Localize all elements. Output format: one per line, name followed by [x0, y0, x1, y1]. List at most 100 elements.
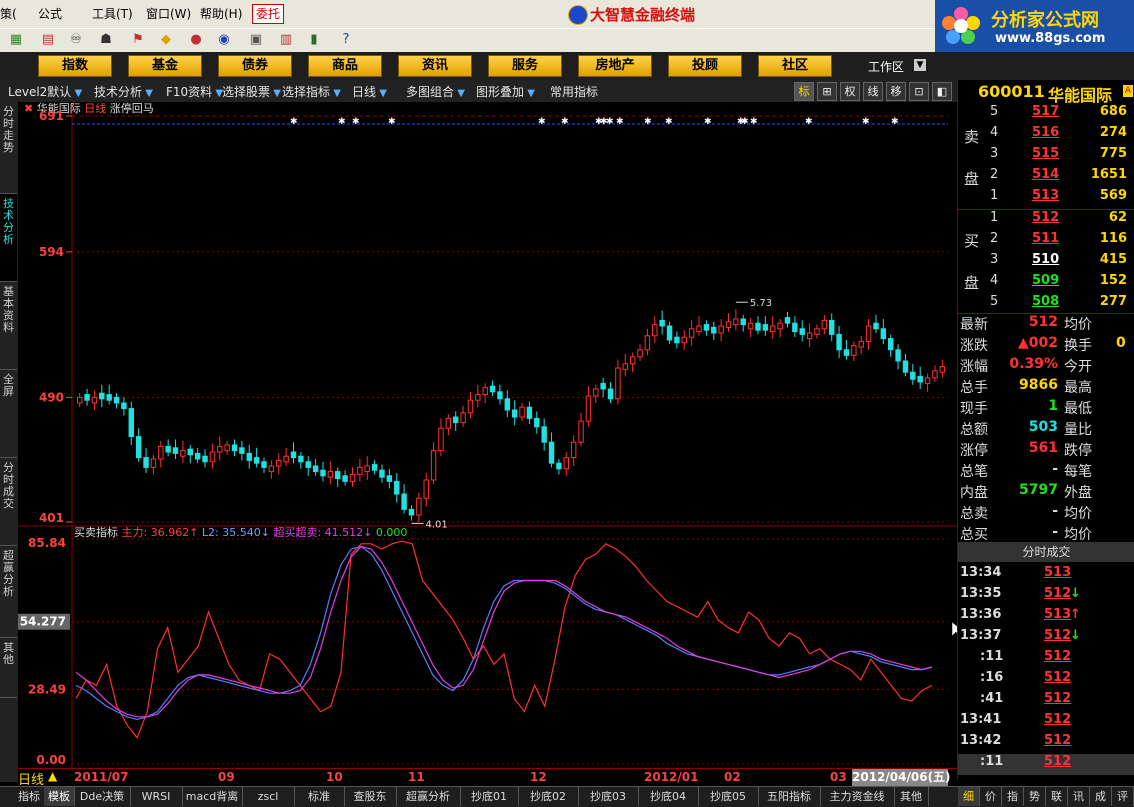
nav-button[interactable]: 服务 — [488, 55, 562, 77]
signal-star-icon: ✱ — [616, 117, 624, 127]
sidebar-tab[interactable]: 技术分析 — [0, 194, 17, 282]
indicator-tab[interactable]: WRSI — [130, 787, 183, 806]
panel-tab[interactable]: 势 — [1024, 787, 1046, 806]
people-icon[interactable]: ☗ — [96, 31, 116, 49]
alert-icon[interactable]: ⚑ — [128, 31, 148, 49]
grid-icon[interactable]: ▤ — [38, 31, 58, 49]
indicator-tab[interactable]: 超赢分析 — [396, 787, 461, 806]
chart-toolbar-item[interactable]: 日线 ▼ — [352, 83, 387, 100]
menu-item[interactable]: 策( — [0, 5, 17, 22]
chart-mode-button[interactable]: ⊡ — [909, 82, 929, 101]
help-icon[interactable]: ? — [336, 31, 356, 49]
indicator-tab[interactable]: 五阳指标 — [758, 787, 821, 806]
globe-icon[interactable]: ◉ — [214, 31, 234, 49]
chart-mode-button[interactable]: 标 — [794, 82, 814, 101]
period-marker-icon: ▲ — [48, 769, 58, 783]
tick-row: :11 512 — [958, 754, 1134, 775]
indicator-tab[interactable]: 指标 — [14, 787, 45, 806]
sidebar-tab[interactable]: 基本资料 — [0, 282, 17, 370]
chart-toolbar-item[interactable]: 选择股票 ▼ — [222, 83, 281, 100]
panel-tab[interactable]: 细 — [958, 787, 980, 806]
diamond-icon[interactable]: ◆ — [156, 31, 176, 49]
nav-button[interactable]: 指数 — [38, 55, 112, 77]
stat-label-2: 最低 — [1064, 401, 1092, 417]
panel-tab[interactable]: 评 — [1112, 787, 1134, 806]
weituo-button[interactable]: 委托 — [252, 4, 284, 24]
menu-item[interactable]: 工具(T) — [92, 5, 133, 22]
nav-button[interactable]: 债券 — [218, 55, 292, 77]
workspace-label[interactable]: 工作区 — [868, 58, 904, 75]
indicator-tab[interactable]: 其他 — [894, 787, 929, 806]
zhuli-value: 36.962↑ — [151, 526, 202, 539]
nav-button[interactable]: 商品 — [308, 55, 382, 77]
stat-label: 最新 — [960, 317, 988, 333]
menu-item[interactable]: 窗口(W) — [146, 5, 191, 22]
price-chart[interactable]: ✖ 华能国际 日线 涨停回马691594490401✱ ✱ ✱ ✱ ✱ ✱ ✱✱✱ ✱ ✱ ✱ ✱ ✱… — [18, 102, 957, 768]
ball-icon[interactable]: ● — [186, 31, 206, 49]
indicator-tab[interactable]: 主力资金线 — [820, 787, 895, 806]
indicator-tab[interactable]: 查股东 — [344, 787, 397, 806]
chart-toolbar-item[interactable]: 技术分析 ▼ — [94, 83, 153, 100]
flag-icon[interactable]: ▦ — [6, 31, 26, 49]
sidebar-tab[interactable]: 分时成交 — [0, 458, 17, 546]
sell-row[interactable]: 2 514 1651 — [958, 167, 1134, 188]
chart-toolbar-item[interactable]: 多图组合 ▼ — [406, 83, 465, 100]
sidebar-tab-label: 技术分析 — [3, 197, 14, 246]
stat-label: 总买 — [960, 527, 988, 543]
dropdown-arrow-icon: ▼ — [71, 88, 83, 99]
sell-row[interactable]: 5 517 686 — [958, 104, 1134, 125]
indicator-tab[interactable]: 抄底05 — [698, 787, 759, 806]
indicator-tab[interactable]: 抄底02 — [518, 787, 579, 806]
indicator-tab[interactable]: 抄底01 — [460, 787, 519, 806]
dropdown-arrow-icon: ▼ — [376, 88, 387, 99]
sidebar-tab[interactable]: 全屏 — [0, 370, 17, 458]
panel-tab[interactable]: 讯 — [1068, 787, 1090, 806]
buy-row[interactable]: 3 510 415 — [958, 252, 1134, 273]
chart-toolbar-item[interactable]: 常用指标 — [550, 83, 598, 100]
nav-button[interactable]: 资讯 — [398, 55, 472, 77]
panel-tab[interactable]: 成 — [1090, 787, 1112, 806]
chart-mode-button[interactable]: 权 — [840, 82, 860, 101]
time-axis-label: 2011/07 — [74, 770, 129, 784]
chart-mode-button[interactable]: ⊞ — [817, 82, 837, 101]
chart-toolbar-item[interactable]: Level2默认 ▼ — [8, 83, 82, 100]
nav-button[interactable]: 房地产 — [578, 55, 652, 77]
sell-row[interactable]: 4 516 274 — [958, 125, 1134, 146]
menu-item[interactable]: 公式 — [38, 5, 62, 22]
nav-button[interactable]: 投顾 — [668, 55, 742, 77]
nav-button[interactable]: 社区 — [758, 55, 832, 77]
buy-row[interactable]: 1 512 62 — [958, 210, 1134, 231]
workspace-dropdown-icon[interactable]: ▼ — [914, 59, 926, 71]
indicator-tab[interactable]: macd背离 — [182, 787, 243, 806]
buy-row[interactable]: 5 508 277 — [958, 294, 1134, 315]
menu-item[interactable]: 帮助(H) — [200, 5, 242, 22]
window-icon[interactable]: ▥ — [276, 31, 296, 49]
indicator-tab[interactable]: 抄底04 — [638, 787, 699, 806]
ticks-header[interactable]: 分时成交 — [958, 542, 1134, 562]
books-icon[interactable]: ▮ — [304, 31, 324, 49]
indicator-tab[interactable]: 标准 — [294, 787, 345, 806]
sell-row[interactable]: 1 513 569 — [958, 188, 1134, 209]
indicator-tab[interactable]: Dde决策 — [74, 787, 131, 806]
chart-mode-button[interactable]: 线 — [863, 82, 883, 101]
sidebar-tab[interactable]: 分时走势 — [0, 102, 17, 194]
buy-row[interactable]: 4 509 152 — [958, 273, 1134, 294]
panel-tab[interactable]: 联 — [1046, 787, 1068, 806]
chart-toolbar-item[interactable]: 图形叠加 ▼ — [476, 83, 535, 100]
indicator-tab[interactable]: 抄底03 — [578, 787, 639, 806]
sell-row[interactable]: 3 515 775 — [958, 146, 1134, 167]
chart-toolbar-item[interactable]: 选择指标 ▼ — [282, 83, 341, 100]
sidebar-tab[interactable]: 超赢分析 — [0, 546, 17, 638]
sidebar-tab[interactable]: 其他 — [0, 638, 17, 698]
panel-tab[interactable]: 指 — [1002, 787, 1024, 806]
print-icon[interactable]: ▣ — [246, 31, 266, 49]
indicator-tab[interactable]: 模板 — [44, 787, 75, 806]
chart-mode-button[interactable]: ◧ — [932, 82, 952, 101]
chart-toolbar-item[interactable]: F10资料 ▼ — [166, 83, 223, 100]
binoculars-icon[interactable]: ♾ — [66, 31, 86, 49]
panel-tab[interactable]: 价 — [980, 787, 1002, 806]
indicator-tab[interactable]: zscl — [242, 787, 295, 806]
chart-mode-button[interactable]: 移 — [886, 82, 906, 101]
nav-button[interactable]: 基金 — [128, 55, 202, 77]
buy-row[interactable]: 2 511 116 — [958, 231, 1134, 252]
